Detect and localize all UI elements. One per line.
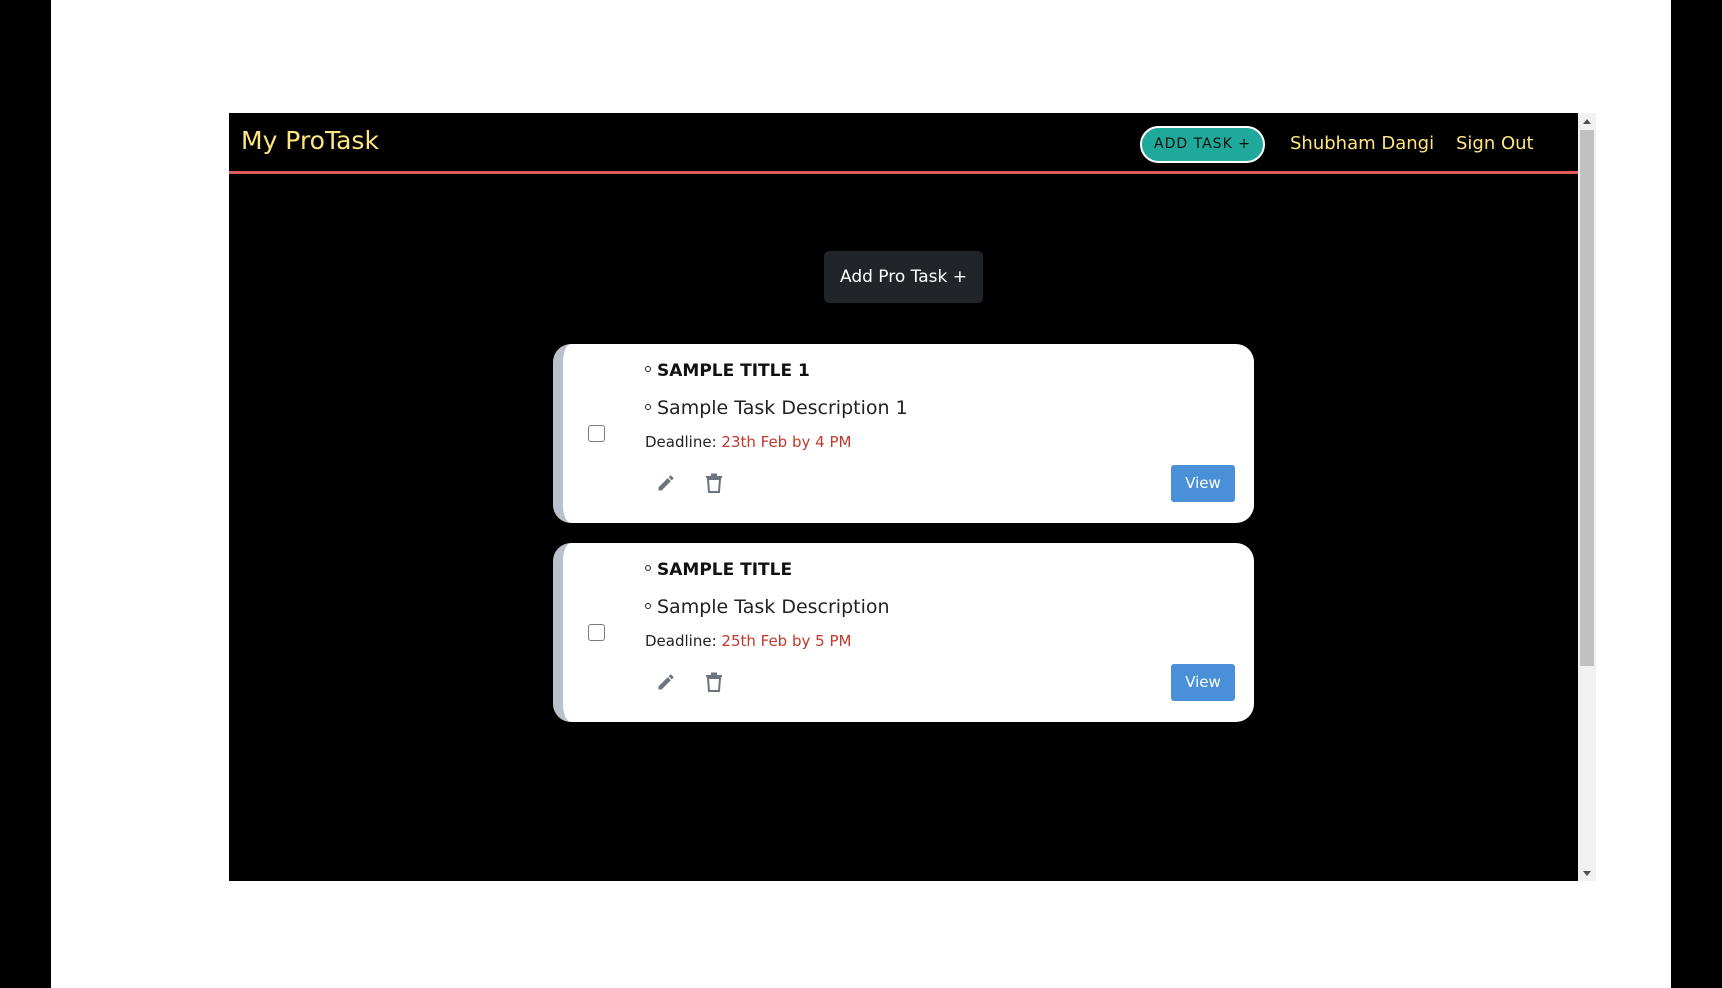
screen-frame: My ProTask ADD TASK + Shubham Dangi Sign… [51,0,1671,988]
trash-icon [706,473,722,493]
deadline-value: 25th Feb by 5 PM [721,632,852,650]
brand-logo[interactable]: My ProTask [241,126,379,156]
scroll-down-arrow-icon[interactable] [1578,865,1596,881]
task-title: SAMPLE TITLE 1 [645,359,810,383]
browser-viewport: My ProTask ADD TASK + Shubham Dangi Sign… [229,113,1596,881]
delete-button[interactable] [702,471,726,495]
edit-button[interactable] [654,670,678,694]
view-button[interactable]: View [1171,664,1235,701]
pencil-icon [658,475,674,491]
task-complete-checkbox[interactable] [588,624,605,641]
navbar: My ProTask ADD TASK + Shubham Dangi Sign… [229,113,1578,174]
add-pro-task-button[interactable]: Add Pro Task + [824,251,983,303]
task-description: Sample Task Description [645,594,890,620]
scrollbar-thumb[interactable] [1580,130,1594,666]
bullet-icon [645,403,651,410]
bullet-icon [645,565,651,571]
deadline-label: Deadline: [645,433,717,451]
task-description: Sample Task Description 1 [645,395,908,421]
task-description-text: Sample Task Description 1 [657,397,908,419]
task-description-text: Sample Task Description [657,596,890,618]
task-deadline: Deadline: 25th Feb by 5 PM [645,631,851,651]
edit-button[interactable] [654,471,678,495]
pencil-icon [658,674,674,690]
trash-icon [706,672,722,692]
view-button[interactable]: View [1171,465,1235,502]
task-card: SAMPLE TITLE 1 Sample Task Description 1… [553,344,1254,523]
scroll-up-arrow-icon[interactable] [1578,113,1596,129]
vertical-scrollbar[interactable] [1578,113,1596,881]
deadline-label: Deadline: [645,632,717,650]
task-complete-checkbox[interactable] [588,425,605,442]
app-page: My ProTask ADD TASK + Shubham Dangi Sign… [229,113,1578,881]
task-deadline: Deadline: 23th Feb by 4 PM [645,432,851,452]
task-title-text: SAMPLE TITLE 1 [657,361,810,381]
bullet-icon [645,602,651,609]
deadline-value: 23th Feb by 4 PM [721,433,852,451]
delete-button[interactable] [702,670,726,694]
user-name-link[interactable]: Shubham Dangi [1290,132,1434,156]
task-title: SAMPLE TITLE [645,558,792,582]
sign-out-link[interactable]: Sign Out [1456,132,1534,156]
bullet-icon [645,366,651,372]
add-task-button[interactable]: ADD TASK + [1140,126,1265,163]
task-title-text: SAMPLE TITLE [657,560,793,580]
task-card: SAMPLE TITLE Sample Task Description Dea… [553,543,1254,722]
